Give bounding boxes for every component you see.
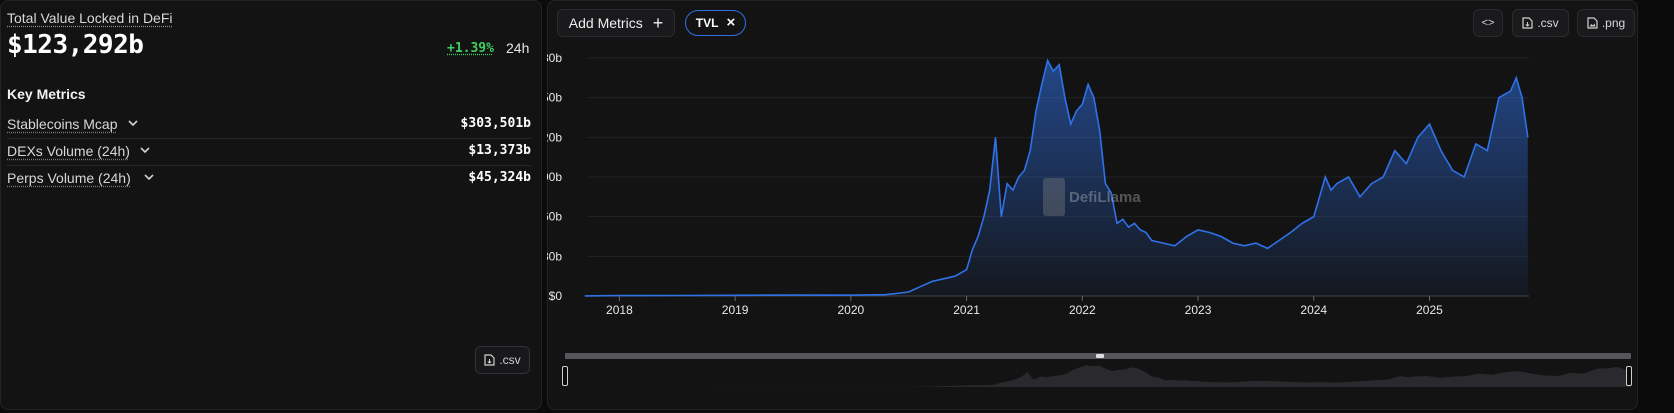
png-label: .png bbox=[1601, 16, 1626, 30]
y-tick-label: $90b bbox=[547, 170, 562, 184]
x-tick-label: 2020 bbox=[838, 303, 865, 317]
metric-name[interactable]: Perps Volume (24h) bbox=[7, 170, 131, 186]
x-tick-label: 2023 bbox=[1185, 303, 1212, 317]
y-axis: $0 $30b $60b $90b $120b $150b $180b bbox=[547, 51, 562, 303]
tvl-change[interactable]: +1.39% bbox=[447, 41, 494, 56]
x-tick-label: 2025 bbox=[1416, 303, 1443, 317]
overview-panel bbox=[0, 0, 542, 410]
image-file-icon bbox=[1587, 17, 1598, 29]
x-tick-label: 2024 bbox=[1300, 303, 1327, 317]
defillama-logo-icon bbox=[1043, 178, 1065, 216]
tvl-metric-chip[interactable]: TVL × bbox=[685, 10, 746, 36]
chevron-down-icon[interactable] bbox=[126, 116, 140, 130]
x-tick-label: 2018 bbox=[606, 303, 633, 317]
x-axis: 2018 2019 2020 2021 2022 2023 2024 2025 bbox=[587, 295, 1529, 317]
chart-csv-button[interactable]: .csv bbox=[1512, 9, 1569, 37]
brush-handle-left[interactable] bbox=[562, 366, 568, 386]
brush-preview-area bbox=[565, 365, 1631, 387]
metric-row-dexs-volume[interactable]: DEXs Volume (24h) $13,373b bbox=[7, 137, 531, 166]
download-csv-button[interactable]: .csv bbox=[475, 346, 530, 374]
x-tick-label: 2019 bbox=[722, 303, 749, 317]
metric-row-stablecoins[interactable]: Stablecoins Mcap $303,501b bbox=[7, 110, 531, 139]
y-tick-label: $150b bbox=[547, 91, 562, 105]
y-tick-label: $30b bbox=[547, 249, 562, 263]
file-icon bbox=[484, 354, 495, 366]
add-metrics-label: Add Metrics bbox=[568, 15, 643, 31]
y-tick-label: $180b bbox=[547, 51, 562, 65]
y-tick-label: $120b bbox=[547, 130, 562, 144]
metric-value: $45,324b bbox=[468, 170, 531, 185]
tvl-period: 24h bbox=[506, 40, 530, 56]
defillama-watermark: DefiLlama bbox=[1043, 178, 1141, 216]
metric-name[interactable]: Stablecoins Mcap bbox=[7, 116, 118, 132]
close-icon[interactable]: × bbox=[726, 15, 735, 30]
brush-handle-right[interactable] bbox=[1626, 366, 1632, 386]
csv-label: .csv bbox=[1537, 16, 1559, 30]
file-icon bbox=[1522, 17, 1533, 29]
key-metrics-title: Key Metrics bbox=[7, 86, 86, 102]
embed-button[interactable]: <> bbox=[1473, 9, 1503, 37]
metric-value: $303,501b bbox=[460, 116, 531, 131]
range-brush-preview[interactable] bbox=[565, 359, 1631, 387]
chevron-down-icon[interactable] bbox=[138, 143, 152, 157]
watermark-text: DefiLlama bbox=[1069, 188, 1141, 206]
chevron-down-icon[interactable] bbox=[142, 170, 156, 184]
chip-label: TVL bbox=[695, 16, 719, 30]
tvl-label[interactable]: Total Value Locked in DeFi bbox=[7, 10, 173, 26]
x-tick-label: 2021 bbox=[953, 303, 980, 317]
brush-grip-icon[interactable] bbox=[1096, 354, 1104, 358]
metric-value: $13,373b bbox=[468, 143, 531, 158]
plus-icon: + bbox=[652, 13, 664, 33]
x-tick-label: 2022 bbox=[1069, 303, 1096, 317]
y-tick-label: $60b bbox=[547, 210, 562, 224]
code-icon: <> bbox=[1481, 17, 1495, 29]
chart-png-button[interactable]: .png bbox=[1577, 9, 1635, 37]
metric-name[interactable]: DEXs Volume (24h) bbox=[7, 143, 130, 159]
metric-row-perps-volume[interactable]: Perps Volume (24h) $45,324b bbox=[7, 164, 531, 192]
tvl-value: $123,292b bbox=[7, 30, 144, 60]
csv-label: .csv bbox=[499, 353, 521, 367]
y-tick-label: $0 bbox=[549, 289, 563, 303]
add-metrics-button[interactable]: Add Metrics + bbox=[557, 9, 675, 37]
